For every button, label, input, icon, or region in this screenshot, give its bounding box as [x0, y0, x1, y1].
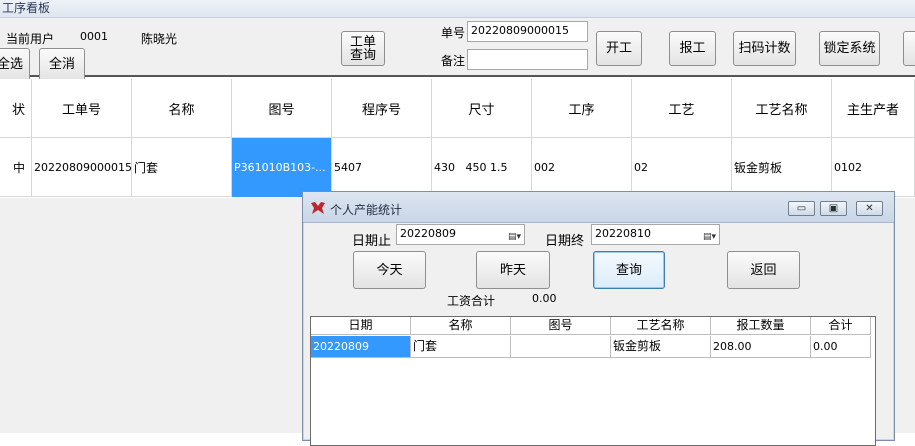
window-title: 工序看板: [0, 0, 915, 18]
overflow-button[interactable]: [903, 31, 915, 66]
grid-header: 状 工单号 名称 图号 程序号 尺寸 工序 工艺 工艺名称 主生产者: [0, 79, 915, 138]
close-icon[interactable]: ✕: [856, 201, 883, 216]
col-drawing-no[interactable]: 图号: [232, 79, 332, 138]
date-to-picker[interactable]: 20220810 ▤▾: [591, 224, 720, 245]
dcol-total[interactable]: 合计: [811, 317, 871, 335]
date-to-label: 日期终: [545, 234, 585, 249]
capacity-table: 日期 名称 图号 工艺名称 报工数量 合计 20220809 门套 钣金剪板 2…: [310, 316, 876, 446]
dcol-craft-name[interactable]: 工艺名称: [611, 317, 711, 335]
col-craft-name[interactable]: 工艺名称: [732, 79, 832, 138]
select-all-button[interactable]: 全选: [0, 48, 30, 81]
report-work-button[interactable]: 报工: [669, 31, 716, 66]
remark-input[interactable]: [467, 49, 588, 70]
today-button[interactable]: 今天: [353, 251, 426, 289]
dcol-name[interactable]: 名称: [411, 317, 511, 335]
col-name[interactable]: 名称: [132, 79, 232, 138]
col-size[interactable]: 尺寸: [432, 79, 532, 138]
work-order-query-button[interactable]: 工单查询: [341, 31, 385, 66]
order-no-input[interactable]: 20220809000015: [467, 21, 588, 42]
capacity-dialog: 个人产能统计 ▭ ▣ ✕ 日期止 20220809 ▤▾ 日期终 2022081…: [302, 191, 895, 446]
col-craft[interactable]: 工艺: [632, 79, 732, 138]
app-logo-icon: [311, 202, 325, 214]
dcell-craft-name[interactable]: 钣金剪板: [611, 336, 711, 358]
lock-system-button[interactable]: 锁定系统: [819, 31, 880, 66]
date-to-value: 20220810: [595, 227, 651, 240]
scan-count-button[interactable]: 扫码计数: [733, 31, 796, 66]
col-order-no[interactable]: 工单号: [32, 79, 132, 138]
dcell-report-qty[interactable]: 208.00: [711, 336, 811, 358]
dcol-report-qty[interactable]: 报工数量: [711, 317, 811, 335]
cell-craft[interactable]: 02: [632, 138, 732, 197]
date-from-value: 20220809: [400, 227, 456, 240]
dcol-date[interactable]: 日期: [311, 317, 411, 335]
date-from-label: 日期止: [352, 234, 392, 249]
calendar-dropdown-icon[interactable]: ▤▾: [703, 228, 716, 244]
current-user-label: 当前用户: [6, 32, 55, 46]
cell-size[interactable]: 430 450 1.5: [432, 138, 532, 197]
user-name: 陈晓光: [141, 32, 178, 46]
wage-total-value: 0.00: [532, 292, 557, 305]
deselect-all-button[interactable]: 全消: [39, 48, 85, 81]
toolbar: 当前用户 0001 陈晓光 全选 全消 工单查询 单号 202208090000…: [0, 18, 915, 81]
yesterday-button[interactable]: 昨天: [476, 251, 550, 289]
back-button[interactable]: 返回: [727, 251, 800, 289]
dcell-name[interactable]: 门套: [411, 336, 511, 358]
table-row[interactable]: 中 20220809000015 门套 P361010B103-... 5407…: [0, 138, 915, 197]
cell-order-no[interactable]: 20220809000015: [32, 138, 132, 197]
date-from-picker[interactable]: 20220809 ▤▾: [396, 224, 525, 245]
col-program-no[interactable]: 程序号: [332, 79, 432, 138]
restore-icon[interactable]: ▣: [820, 201, 847, 216]
col-process[interactable]: 工序: [532, 79, 632, 138]
cell-status[interactable]: 中: [0, 138, 32, 197]
cell-main-producer[interactable]: 0102: [832, 138, 915, 197]
dcell-drawing-no[interactable]: [511, 336, 611, 358]
dialog-titlebar[interactable]: 个人产能统计 ▭ ▣ ✕: [303, 192, 894, 223]
col-main-producer[interactable]: 主生产者: [832, 79, 915, 138]
cell-drawing-no[interactable]: P361010B103-...: [232, 138, 332, 197]
dcell-date[interactable]: 20220809: [311, 336, 411, 358]
col-status[interactable]: 状: [0, 79, 32, 138]
cell-program-no[interactable]: 5407: [332, 138, 432, 197]
cell-name[interactable]: 门套: [132, 138, 232, 197]
start-work-button[interactable]: 开工: [596, 31, 642, 66]
order-no-label: 单号: [441, 26, 466, 40]
dcol-drawing-no[interactable]: 图号: [511, 317, 611, 335]
calendar-dropdown-icon[interactable]: ▤▾: [508, 228, 521, 244]
cell-craft-name[interactable]: 钣金剪板: [732, 138, 832, 197]
dialog-title: 个人产能统计: [330, 203, 403, 217]
minimize-icon[interactable]: ▭: [788, 201, 815, 216]
dcell-total[interactable]: 0.00: [811, 336, 871, 358]
query-button[interactable]: 查询: [593, 251, 665, 289]
wage-total-label: 工资合计: [447, 294, 496, 308]
cell-process[interactable]: 002: [532, 138, 632, 197]
user-id: 0001: [80, 30, 108, 43]
remark-label: 备注: [441, 54, 466, 68]
